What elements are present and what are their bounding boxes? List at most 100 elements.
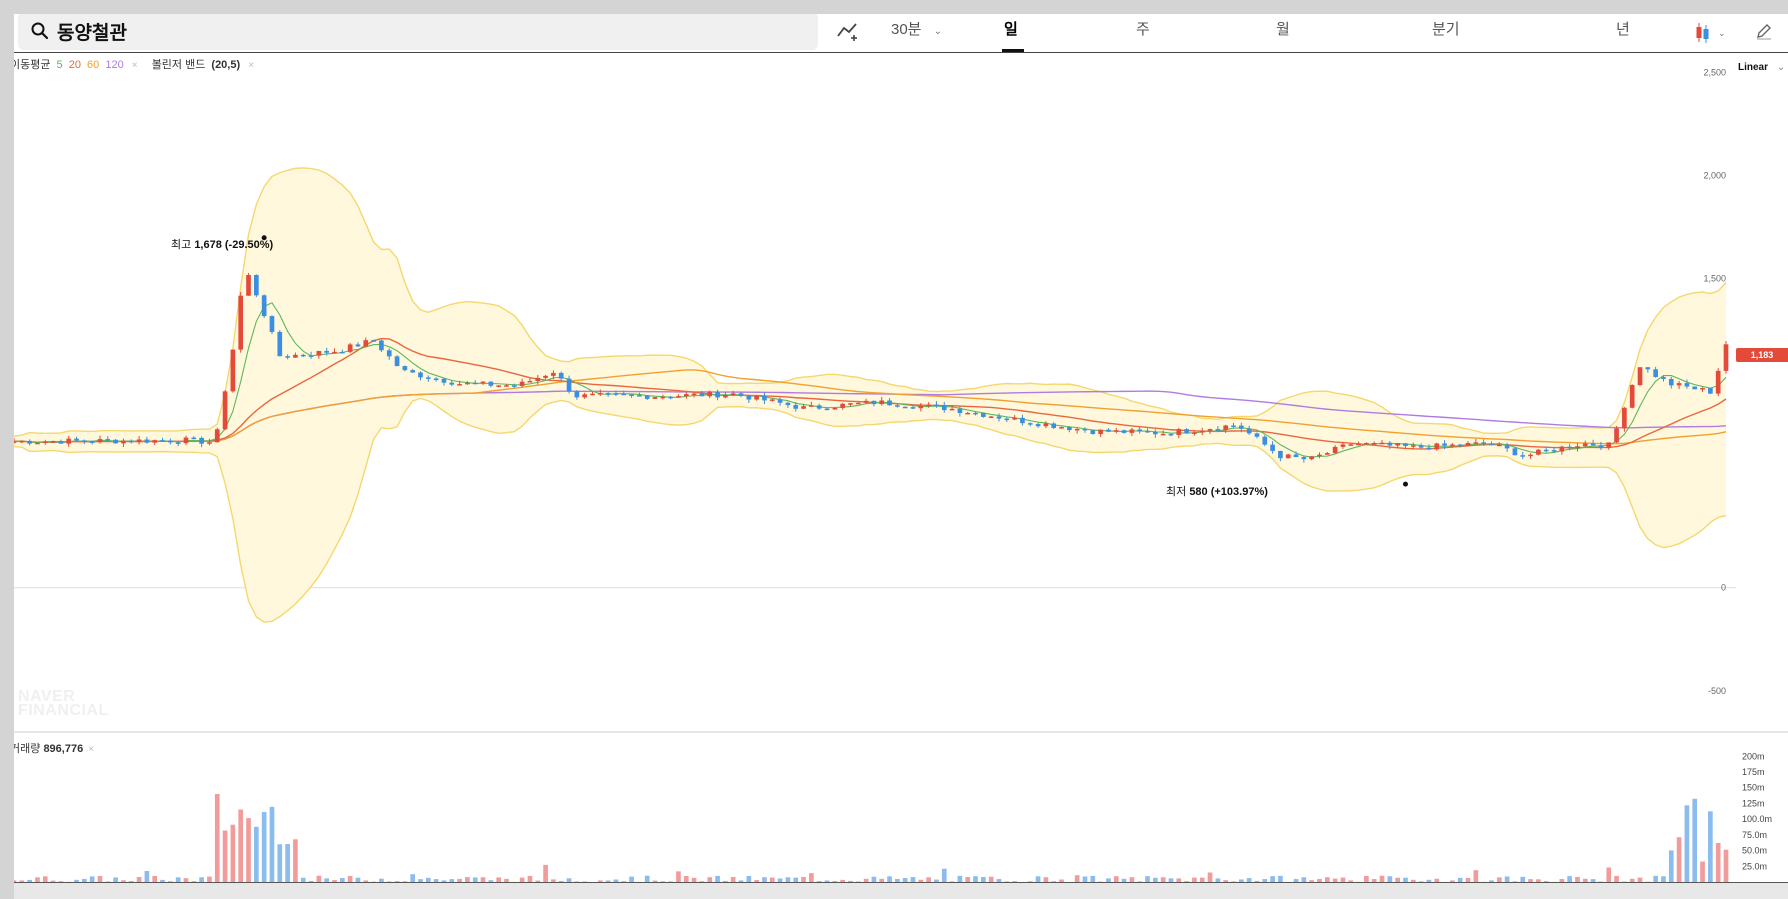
candle [582, 394, 588, 398]
candle [613, 393, 619, 395]
candle [1199, 430, 1205, 433]
candle [1465, 443, 1471, 446]
candle [605, 393, 611, 395]
volume-bar [285, 844, 290, 882]
candle [777, 399, 783, 403]
candle [527, 380, 533, 383]
high-value: 1,678 (-29.50%) [194, 239, 274, 251]
candle [926, 404, 931, 407]
candle [496, 385, 502, 387]
candle [511, 385, 517, 387]
watermark-line-2: FINANCIAL [18, 702, 109, 719]
candle [113, 439, 118, 444]
volume-tick-label: 25.0m [1742, 861, 1767, 871]
candle [1215, 429, 1221, 431]
candle [82, 440, 87, 442]
candle [801, 406, 806, 409]
candle [629, 394, 634, 396]
volume-bar [254, 826, 259, 882]
candle [1067, 427, 1072, 431]
candle [1176, 429, 1182, 435]
volume-tick-label: 125m [1742, 798, 1765, 808]
candle [1379, 442, 1385, 445]
candle [1168, 433, 1174, 436]
candle [652, 397, 658, 399]
candle [1090, 430, 1096, 435]
scale-mode-dropdown[interactable]: Linear ⌄ [1738, 62, 1785, 73]
candle [1723, 344, 1729, 371]
candle [1106, 429, 1111, 432]
candle [121, 440, 126, 444]
candle [1395, 443, 1401, 446]
volume-bar [144, 870, 150, 882]
candle [762, 395, 767, 401]
candle [1551, 450, 1557, 452]
candle [1481, 442, 1486, 444]
candle [363, 340, 369, 347]
candle [1293, 454, 1299, 458]
candle [1371, 443, 1377, 445]
candle [207, 442, 212, 444]
candle [394, 356, 400, 367]
volume-tick-label: 50.0m [1742, 846, 1767, 856]
candle [965, 412, 971, 415]
candle [74, 438, 79, 441]
candle [918, 405, 924, 409]
candle [339, 351, 345, 354]
candle [1270, 444, 1275, 451]
candle [332, 351, 337, 354]
candle [269, 316, 275, 332]
candle [738, 393, 744, 396]
price-tick-label: 1,500 [1703, 273, 1726, 283]
candle [1520, 455, 1526, 457]
candle [902, 406, 908, 409]
candle [1285, 454, 1291, 459]
candle [441, 378, 447, 383]
volume-bar [1676, 837, 1682, 882]
low-value: 580 (+103.97%) [1189, 486, 1268, 498]
candle [1332, 446, 1338, 454]
scale-mode-label: Linear [1738, 62, 1769, 73]
candle [863, 400, 869, 403]
close-volume-icon[interactable]: × [88, 744, 94, 755]
candle [840, 403, 845, 408]
candle [35, 442, 40, 445]
candle [816, 405, 822, 409]
volume-value: 896,776 [43, 743, 84, 755]
volume-bar [246, 818, 251, 882]
candle [1348, 444, 1354, 446]
candle [910, 407, 916, 409]
candle [996, 416, 1002, 419]
price-tick-label: -500 [1708, 686, 1726, 696]
candle [285, 356, 290, 358]
candle [1160, 433, 1166, 436]
candle [1590, 443, 1596, 446]
candle [504, 385, 509, 387]
candle [355, 344, 361, 347]
volume-bar [1074, 875, 1080, 882]
candle [105, 439, 111, 441]
candle [1074, 428, 1080, 431]
candle [1708, 388, 1713, 394]
price-chart[interactable]: 2,5002,0001,5001,0005000-500200m175m150m… [14, 14, 1788, 899]
volume-bar [269, 806, 275, 882]
candle [1676, 383, 1682, 386]
candle [1027, 423, 1033, 425]
candle [293, 354, 298, 358]
volume-legend: 거래량 896,776 × [14, 740, 94, 756]
naver-financial-watermark: NAVER FINANCIAL [18, 689, 109, 719]
candle [66, 438, 72, 444]
candle [246, 274, 251, 296]
candle [668, 396, 673, 399]
candle [1582, 443, 1588, 447]
candle [1238, 425, 1244, 429]
candle [1450, 444, 1455, 447]
candle [1543, 449, 1549, 452]
candle [1661, 376, 1666, 379]
candle [691, 393, 697, 396]
volume-bar [1692, 798, 1698, 882]
candle [230, 349, 236, 392]
price-tick-label: 2,500 [1703, 67, 1726, 77]
price-tick-label: 0 [1721, 583, 1726, 593]
volume-bar [941, 868, 947, 882]
